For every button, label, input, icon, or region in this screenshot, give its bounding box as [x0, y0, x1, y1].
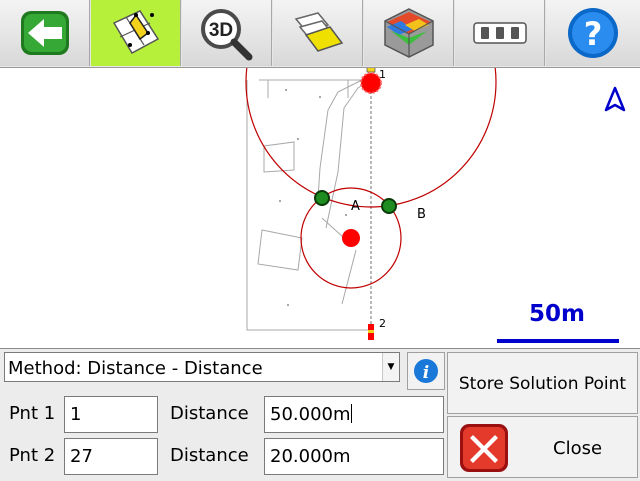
north-arrow-icon	[604, 86, 626, 112]
layers-button[interactable]	[273, 0, 363, 66]
method-select-value: Method: Distance - Distance	[8, 358, 263, 379]
store-solution-label: Store Solution Point	[458, 374, 627, 394]
store-solution-button[interactable]: Store Solution Point	[447, 352, 638, 414]
back-button[interactable]	[0, 0, 90, 66]
distance2-label: Distance	[170, 445, 249, 466]
surface-cube-icon	[383, 8, 434, 58]
back-arrow-icon	[20, 11, 69, 55]
distance1-label: Distance	[170, 403, 249, 424]
layers-icon	[294, 12, 343, 52]
toolbar: 3D ?	[0, 0, 640, 69]
map-view[interactable]: 1 2 A B 50m	[0, 68, 640, 348]
method-select[interactable]: Method: Distance - Distance ▼	[4, 352, 400, 382]
surface-button[interactable]	[364, 0, 454, 66]
point-2-marker[interactable]	[368, 324, 374, 340]
scale-label: 50m	[529, 301, 585, 327]
pnt1-input[interactable]: 1	[64, 396, 158, 433]
point-2-label: 2	[379, 317, 386, 330]
pnt2-input[interactable]: 27	[64, 438, 158, 475]
cogo-points-button[interactable]	[91, 0, 181, 66]
point-1-marker[interactable]	[360, 68, 382, 94]
chevron-down-icon[interactable]: ▼	[382, 353, 399, 381]
distance2-input[interactable]: 20.000m	[264, 438, 444, 475]
close-x-icon	[460, 424, 508, 472]
solution-b-label: B	[417, 207, 426, 222]
map-canvas[interactable]: 1 2 A B 50m	[0, 68, 640, 348]
point-27-marker[interactable]	[342, 229, 360, 247]
svg-text:?: ?	[584, 15, 603, 53]
close-button[interactable]: Close	[447, 416, 638, 478]
help-button[interactable]: ?	[546, 0, 640, 66]
distance1-value: 50.000m	[270, 404, 351, 425]
point-1-label: 1	[379, 68, 386, 81]
info-button[interactable]: i	[407, 352, 445, 390]
solution-point-a[interactable]	[314, 190, 330, 206]
info-icon: i	[414, 359, 438, 383]
3d-magnifier-icon: 3D	[200, 9, 252, 61]
svg-text:3D: 3D	[208, 20, 232, 41]
survey-markers	[279, 89, 347, 306]
3d-view-button[interactable]: 3D	[182, 0, 272, 66]
pnt2-label: Pnt 2	[9, 445, 56, 466]
text-cursor	[350, 404, 352, 423]
solution-a-label: A	[351, 199, 360, 214]
more-button[interactable]	[455, 0, 545, 66]
cogo-grid-icon	[112, 10, 159, 54]
close-label: Close	[553, 438, 603, 459]
ellipsis-icon	[472, 22, 527, 44]
solution-point-b[interactable]	[381, 198, 397, 214]
distance1-input[interactable]: 50.000m	[264, 396, 444, 433]
pnt1-label: Pnt 1	[9, 403, 56, 424]
svg-text:i: i	[423, 363, 429, 383]
help-icon: ?	[568, 8, 618, 58]
